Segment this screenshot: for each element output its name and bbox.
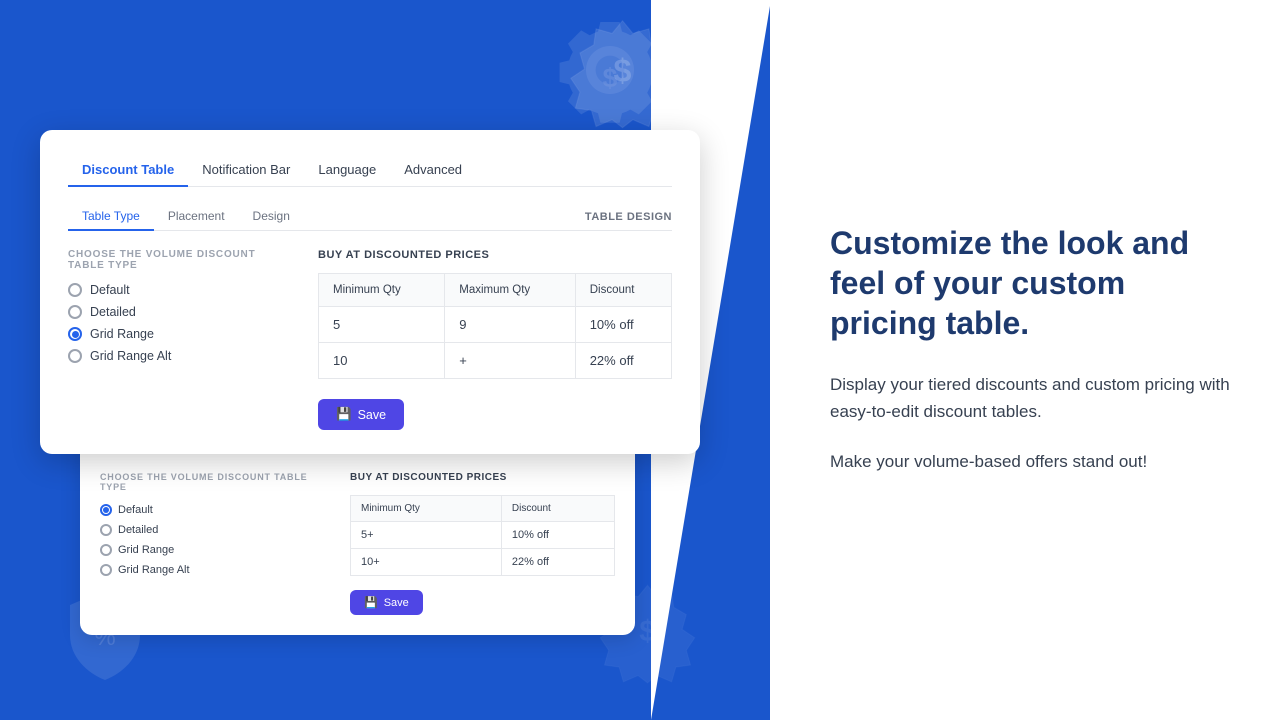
back-radio-detailed[interactable]: Detailed [100,524,320,536]
front-save-icon: 💾 [336,407,352,422]
back-table-row-1: 5+ 10% off [351,522,615,549]
front-radio-circle-detailed [68,305,82,319]
front-save-button[interactable]: 💾 Save [318,399,404,430]
front-radio-circle-grid-range [68,327,82,341]
back-discount-title: BUY AT DISCOUNTED PRICES [350,472,615,483]
left-panel: $ $ % $ Discount Table Notification Bar … [0,0,770,720]
front-discount-title: BUY AT DISCOUNTED PRICES [318,249,672,261]
front-radio-grid-range-alt[interactable]: Grid Range Alt [68,349,288,363]
right-panel: Customize the look and feel of your cust… [770,0,1280,720]
paragraph-1: Display your tiered discounts and custom… [830,371,1230,425]
back-radio-group: Default Detailed Grid Range Grid Range A… [100,504,320,576]
front-card-sub-tabs: Table Type Placement Design TABLE DESIGN [68,203,672,231]
back-table-cell-min-1: 5+ [351,522,502,549]
front-subtab-table-type[interactable]: Table Type [68,203,154,231]
front-tab-advanced[interactable]: Advanced [390,154,476,187]
back-table-header-discount: Discount [501,496,614,522]
front-section-label: CHOOSE THE VOLUME DISCOUNT TABLE TYPE [68,249,288,271]
back-card-content: CHOOSE THE VOLUME DISCOUNT TABLE TYPE De… [100,472,615,615]
front-tab-notification-bar[interactable]: Notification Bar [188,154,304,187]
front-table-design-button[interactable]: TABLE DESIGN [585,211,672,223]
front-table-cell-discount-2: 22% off [575,343,671,379]
svg-text:$: $ [639,615,655,648]
back-discount-table: Minimum Qty Discount 5+ 10% off 10+ 22% … [350,495,615,576]
front-subtab-design[interactable]: Design [239,203,304,231]
front-radio-group: Default Detailed Grid Range Grid Range A… [68,283,288,363]
front-radio-label-grid-range-alt: Grid Range Alt [90,349,171,363]
front-radio-circle-default [68,283,82,297]
card-front: Discount Table Notification Bar Language… [40,130,700,454]
front-card-tabs: Discount Table Notification Bar Language… [68,154,672,187]
front-table-header-min: Minimum Qty [319,274,445,307]
front-table-cell-max-1: 9 [445,307,575,343]
front-radio-grid-range[interactable]: Grid Range [68,327,288,341]
back-table-cell-min-2: 10+ [351,549,502,576]
front-save-label: Save [358,408,387,422]
back-table-cell-discount-1: 10% off [501,522,614,549]
front-table-cell-min-1: 5 [319,307,445,343]
back-radio-default[interactable]: Default [100,504,320,516]
back-radio-circle-default [100,504,112,516]
back-radio-circle-detailed [100,524,112,536]
front-subtab-placement[interactable]: Placement [154,203,239,231]
front-table-row-2: 10 + 22% off [319,343,672,379]
front-tab-language[interactable]: Language [304,154,390,187]
front-right-section: BUY AT DISCOUNTED PRICES Minimum Qty Max… [318,249,672,430]
front-radio-circle-grid-range-alt [68,349,82,363]
back-save-icon: 💾 [364,596,378,609]
svg-text:$: $ [614,53,632,89]
front-table-cell-discount-1: 10% off [575,307,671,343]
front-radio-label-default: Default [90,283,130,297]
back-table-cell-discount-2: 22% off [501,549,614,576]
back-radio-grid-range-alt[interactable]: Grid Range Alt [100,564,320,576]
front-table-cell-min-2: 10 [319,343,445,379]
front-table-row-1: 5 9 10% off [319,307,672,343]
back-radio-grid-range[interactable]: Grid Range [100,544,320,556]
front-tab-discount-table[interactable]: Discount Table [68,154,188,187]
back-save-button[interactable]: 💾 Save [350,590,423,615]
front-table-cell-max-2: + [445,343,575,379]
back-radio-label-grid-range: Grid Range [118,544,174,556]
back-table-header-min: Minimum Qty [351,496,502,522]
back-table-row-2: 10+ 22% off [351,549,615,576]
main-heading: Customize the look and feel of your cust… [830,223,1230,343]
back-save-label: Save [384,597,409,609]
paragraph-2: Make your volume-based offers stand out! [830,448,1230,475]
front-table-header-discount: Discount [575,274,671,307]
front-radio-default[interactable]: Default [68,283,288,297]
back-left-section: CHOOSE THE VOLUME DISCOUNT TABLE TYPE De… [100,472,320,615]
front-radio-label-grid-range: Grid Range [90,327,154,341]
back-radio-circle-grid-range [100,544,112,556]
front-radio-detailed[interactable]: Detailed [68,305,288,319]
front-radio-label-detailed: Detailed [90,305,136,319]
front-left-section: CHOOSE THE VOLUME DISCOUNT TABLE TYPE De… [68,249,288,430]
back-radio-label-default: Default [118,504,153,516]
back-radio-label-detailed: Detailed [118,524,158,536]
front-table-header-max: Maximum Qty [445,274,575,307]
back-radio-circle-grid-range-alt [100,564,112,576]
front-discount-table: Minimum Qty Maximum Qty Discount 5 9 10%… [318,273,672,379]
front-card-content: CHOOSE THE VOLUME DISCOUNT TABLE TYPE De… [68,249,672,430]
back-section-label: CHOOSE THE VOLUME DISCOUNT TABLE TYPE [100,472,320,492]
back-right-section: BUY AT DISCOUNTED PRICES Minimum Qty Dis… [350,472,615,615]
dollar-gear-top: $ [565,15,680,135]
back-radio-label-grid-range-alt: Grid Range Alt [118,564,190,576]
